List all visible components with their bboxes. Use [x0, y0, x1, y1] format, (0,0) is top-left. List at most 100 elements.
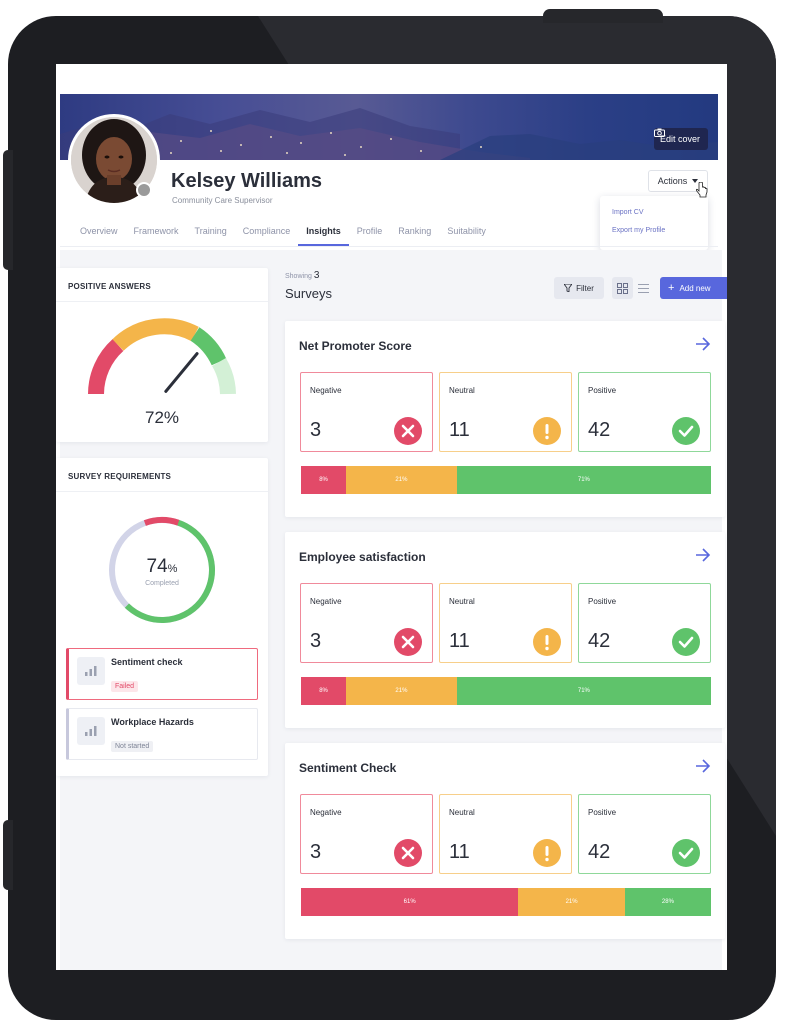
metric-negative: Negative 3: [300, 794, 433, 874]
donut-percent-sign: %: [167, 563, 178, 575]
metric-label: Negative: [310, 597, 342, 606]
metric-label: Neutral: [449, 386, 475, 395]
edit-cover-button[interactable]: Edit cover: [653, 128, 708, 150]
bar-segment-positive: 71%: [456, 677, 711, 705]
edit-cover-label: Edit cover: [659, 134, 700, 144]
survey-card-net-promoter: Net Promoter Score Negative 3 Neutral 11…: [285, 321, 725, 517]
exclamation-circle-icon: [533, 839, 561, 867]
gauge-segment-orange: [112, 318, 199, 351]
hand-cursor-icon: [696, 182, 708, 198]
bar-segment-negative: 8%: [301, 466, 347, 494]
metric-value: 3: [310, 841, 322, 863]
gauge-segment-red: [88, 339, 124, 395]
survey-card-sentiment-check: Sentiment Check Negative 3 Neutral 11 Po…: [285, 743, 725, 939]
sentiment-bar: 8% 21% 71%: [301, 677, 711, 705]
list-view-icon[interactable]: [633, 277, 654, 299]
survey-title: Employee satisfaction: [299, 550, 426, 564]
check-circle-icon: [672, 417, 700, 445]
exclamation-circle-icon: [533, 417, 561, 445]
metric-label: Negative: [310, 808, 342, 817]
filter-label: Filter: [576, 283, 594, 293]
menu-item-export-profile[interactable]: Export my Profile: [612, 222, 696, 240]
requirement-workplace-hazards[interactable]: Workplace Hazards Not started: [66, 708, 258, 760]
metric-neutral: Neutral 11: [439, 794, 572, 874]
metric-label: Positive: [588, 597, 617, 606]
arrow-right-icon[interactable]: [695, 548, 711, 562]
bar-segment-negative: 61%: [301, 888, 519, 916]
close-circle-icon: [394, 839, 422, 867]
add-new-label: Add new: [679, 283, 711, 293]
metric-neutral: Neutral 11: [439, 372, 572, 452]
metric-value: 11: [449, 630, 470, 652]
metric-label: Positive: [588, 386, 617, 395]
metric-label: Neutral: [449, 808, 475, 817]
add-new-button[interactable]: + Add new: [660, 277, 727, 299]
change-photo-icon[interactable]: [136, 182, 152, 198]
profile-name: Kelsey Williams: [171, 170, 323, 192]
tab-training[interactable]: Training: [187, 216, 235, 246]
metric-value: 42: [588, 419, 611, 441]
bar-segment-neutral: 21%: [518, 888, 625, 916]
close-circle-icon: [394, 628, 422, 656]
metric-value: 11: [449, 841, 470, 863]
bar-chart-icon: [77, 717, 105, 745]
donut-percent: 74: [146, 556, 168, 577]
donut-completed-label: Completed: [145, 580, 179, 587]
positive-answers-title: POSITIVE ANSWERS: [56, 268, 268, 302]
survey-requirements-card: SURVEY REQUIREMENTS 74% Completed Sentim…: [56, 458, 268, 776]
tab-profile[interactable]: Profile: [349, 216, 391, 246]
metric-positive: Positive 42: [578, 794, 711, 874]
requirement-name: Workplace Hazards: [111, 717, 194, 727]
arrow-right-icon[interactable]: [695, 759, 711, 773]
metric-value: 3: [310, 630, 322, 652]
survey-card-employee-satisfaction: Employee satisfaction Negative 3 Neutral…: [285, 532, 725, 728]
donut-center-label: 74% Completed: [116, 556, 208, 587]
bar-segment-positive: 28%: [624, 888, 711, 916]
close-circle-icon: [394, 417, 422, 445]
sentiment-bar: 8% 21% 71%: [301, 466, 711, 494]
showing-number: 3: [313, 270, 320, 281]
surveys-title: Surveys: [285, 286, 332, 301]
menu-item-import-cv[interactable]: Import CV: [612, 204, 696, 222]
tab-framework[interactable]: Framework: [126, 216, 187, 246]
requirement-name: Sentiment check: [111, 657, 183, 667]
arrow-right-icon[interactable]: [695, 337, 711, 351]
tab-suitability[interactable]: Suitability: [439, 216, 494, 246]
filter-button[interactable]: Filter: [554, 277, 604, 299]
grid-view-icon[interactable]: [612, 277, 633, 299]
camera-icon: [653, 128, 665, 137]
gauge-needle: [164, 352, 199, 393]
survey-requirements-title: SURVEY REQUIREMENTS: [56, 458, 268, 492]
metric-negative: Negative 3: [300, 583, 433, 663]
view-toggle: [612, 277, 654, 299]
tab-compliance[interactable]: Compliance: [235, 216, 299, 246]
requirement-sentiment-check[interactable]: Sentiment check Failed: [66, 648, 258, 700]
positive-answers-gauge: [88, 318, 236, 395]
metric-neutral: Neutral 11: [439, 583, 572, 663]
bar-segment-neutral: 21%: [346, 466, 457, 494]
profile-role: Community Care Supervisor: [172, 196, 273, 205]
actions-label: Actions: [657, 176, 688, 186]
positive-answers-card: POSITIVE ANSWERS 72%: [56, 268, 268, 442]
tab-insights[interactable]: Insights: [298, 216, 349, 246]
sentiment-bar: 61% 21% 28%: [301, 888, 711, 916]
status-badge: Failed: [111, 681, 139, 692]
metric-positive: Positive 42: [578, 372, 711, 452]
survey-title: Sentiment Check: [299, 761, 397, 775]
metric-negative: Negative 3: [300, 372, 433, 452]
metric-label: Positive: [588, 808, 617, 817]
screen: Edit cover Kelsey Williams Community Car…: [56, 64, 727, 970]
positive-answers-value: 72%: [144, 408, 180, 427]
tab-overview[interactable]: Overview: [72, 216, 126, 246]
check-circle-icon: [672, 839, 700, 867]
gauge-segment-light-green: [211, 357, 236, 395]
metric-value: 11: [449, 419, 470, 441]
survey-title: Net Promoter Score: [299, 339, 412, 353]
bar-segment-positive: 71%: [456, 466, 711, 494]
actions-menu: Import CV Export my Profile: [600, 196, 708, 250]
filter-icon: [564, 284, 573, 292]
tab-ranking[interactable]: Ranking: [390, 216, 439, 246]
power-button: [543, 9, 663, 23]
showing-label: Showing: [285, 273, 312, 280]
bar-chart-icon: [77, 657, 105, 685]
